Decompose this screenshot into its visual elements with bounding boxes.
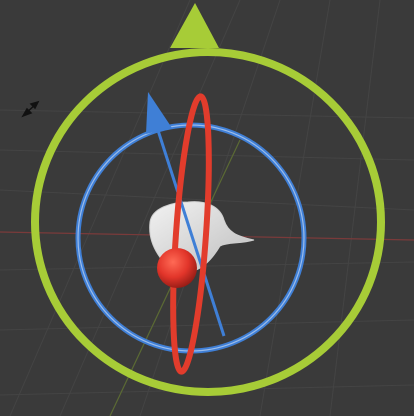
center-handle-sphere[interactable] [157, 248, 197, 288]
3d-viewport[interactable] [0, 0, 414, 416]
viewport-canvas[interactable] [0, 0, 414, 416]
